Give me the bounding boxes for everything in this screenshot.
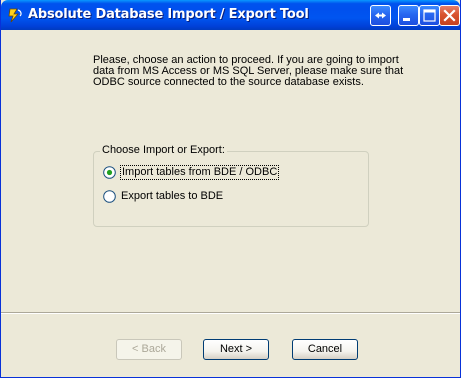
cancel-button[interactable]: Cancel: [292, 339, 358, 360]
app-icon: [7, 7, 23, 23]
import-radio-button[interactable]: [103, 166, 116, 179]
double-arrow-icon: [375, 12, 386, 19]
back-button[interactable]: < Back: [116, 339, 182, 360]
import-radio-label[interactable]: Import tables from BDE / ODBC: [119, 165, 280, 180]
next-button[interactable]: Next >: [203, 339, 269, 360]
intro-text: Please, choose an action to proceed. If …: [93, 54, 404, 88]
groupbox-legend: Choose Import or Export:: [100, 144, 227, 156]
close-icon: [443, 9, 456, 22]
title-bar[interactable]: Absolute Database Import / Export Tool: [1, 0, 460, 30]
export-radio-button[interactable]: [103, 190, 116, 203]
minimize-button[interactable]: [398, 5, 419, 26]
app-window: Absolute Database Import / Export Tool P…: [0, 0, 461, 378]
minimize-icon: [403, 18, 410, 21]
close-button[interactable]: [439, 5, 460, 26]
footer-divider-highlight: [1, 313, 460, 314]
import-export-groupbox: [93, 151, 369, 227]
restore-button[interactable]: [370, 5, 391, 26]
maximize-icon: [423, 9, 436, 22]
export-radio-label[interactable]: Export tables to BDE: [121, 190, 223, 203]
maximize-button[interactable]: [419, 5, 440, 26]
window-title: Absolute Database Import / Export Tool: [28, 7, 309, 22]
